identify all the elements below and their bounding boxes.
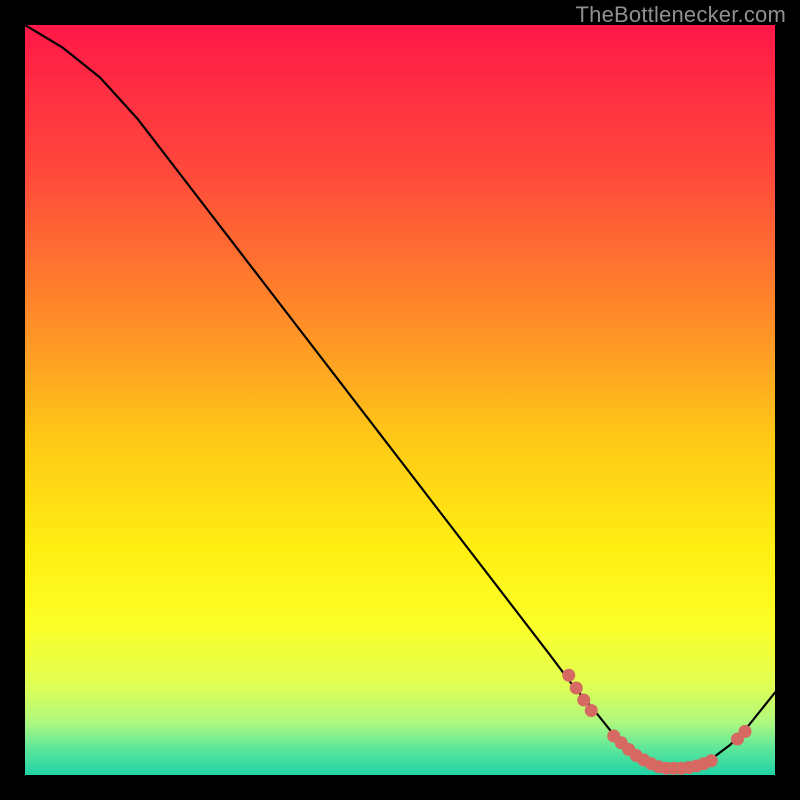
chart-marker xyxy=(585,704,598,717)
chart-svg xyxy=(25,25,775,775)
chart-marker xyxy=(570,682,583,695)
chart-plot xyxy=(25,25,775,775)
chart-marker xyxy=(577,694,590,707)
chart-stage: TheBottlenecker.com xyxy=(0,0,800,800)
chart-marker xyxy=(739,725,752,738)
chart-marker xyxy=(562,669,575,682)
chart-background xyxy=(25,25,775,775)
chart-marker xyxy=(705,754,718,767)
